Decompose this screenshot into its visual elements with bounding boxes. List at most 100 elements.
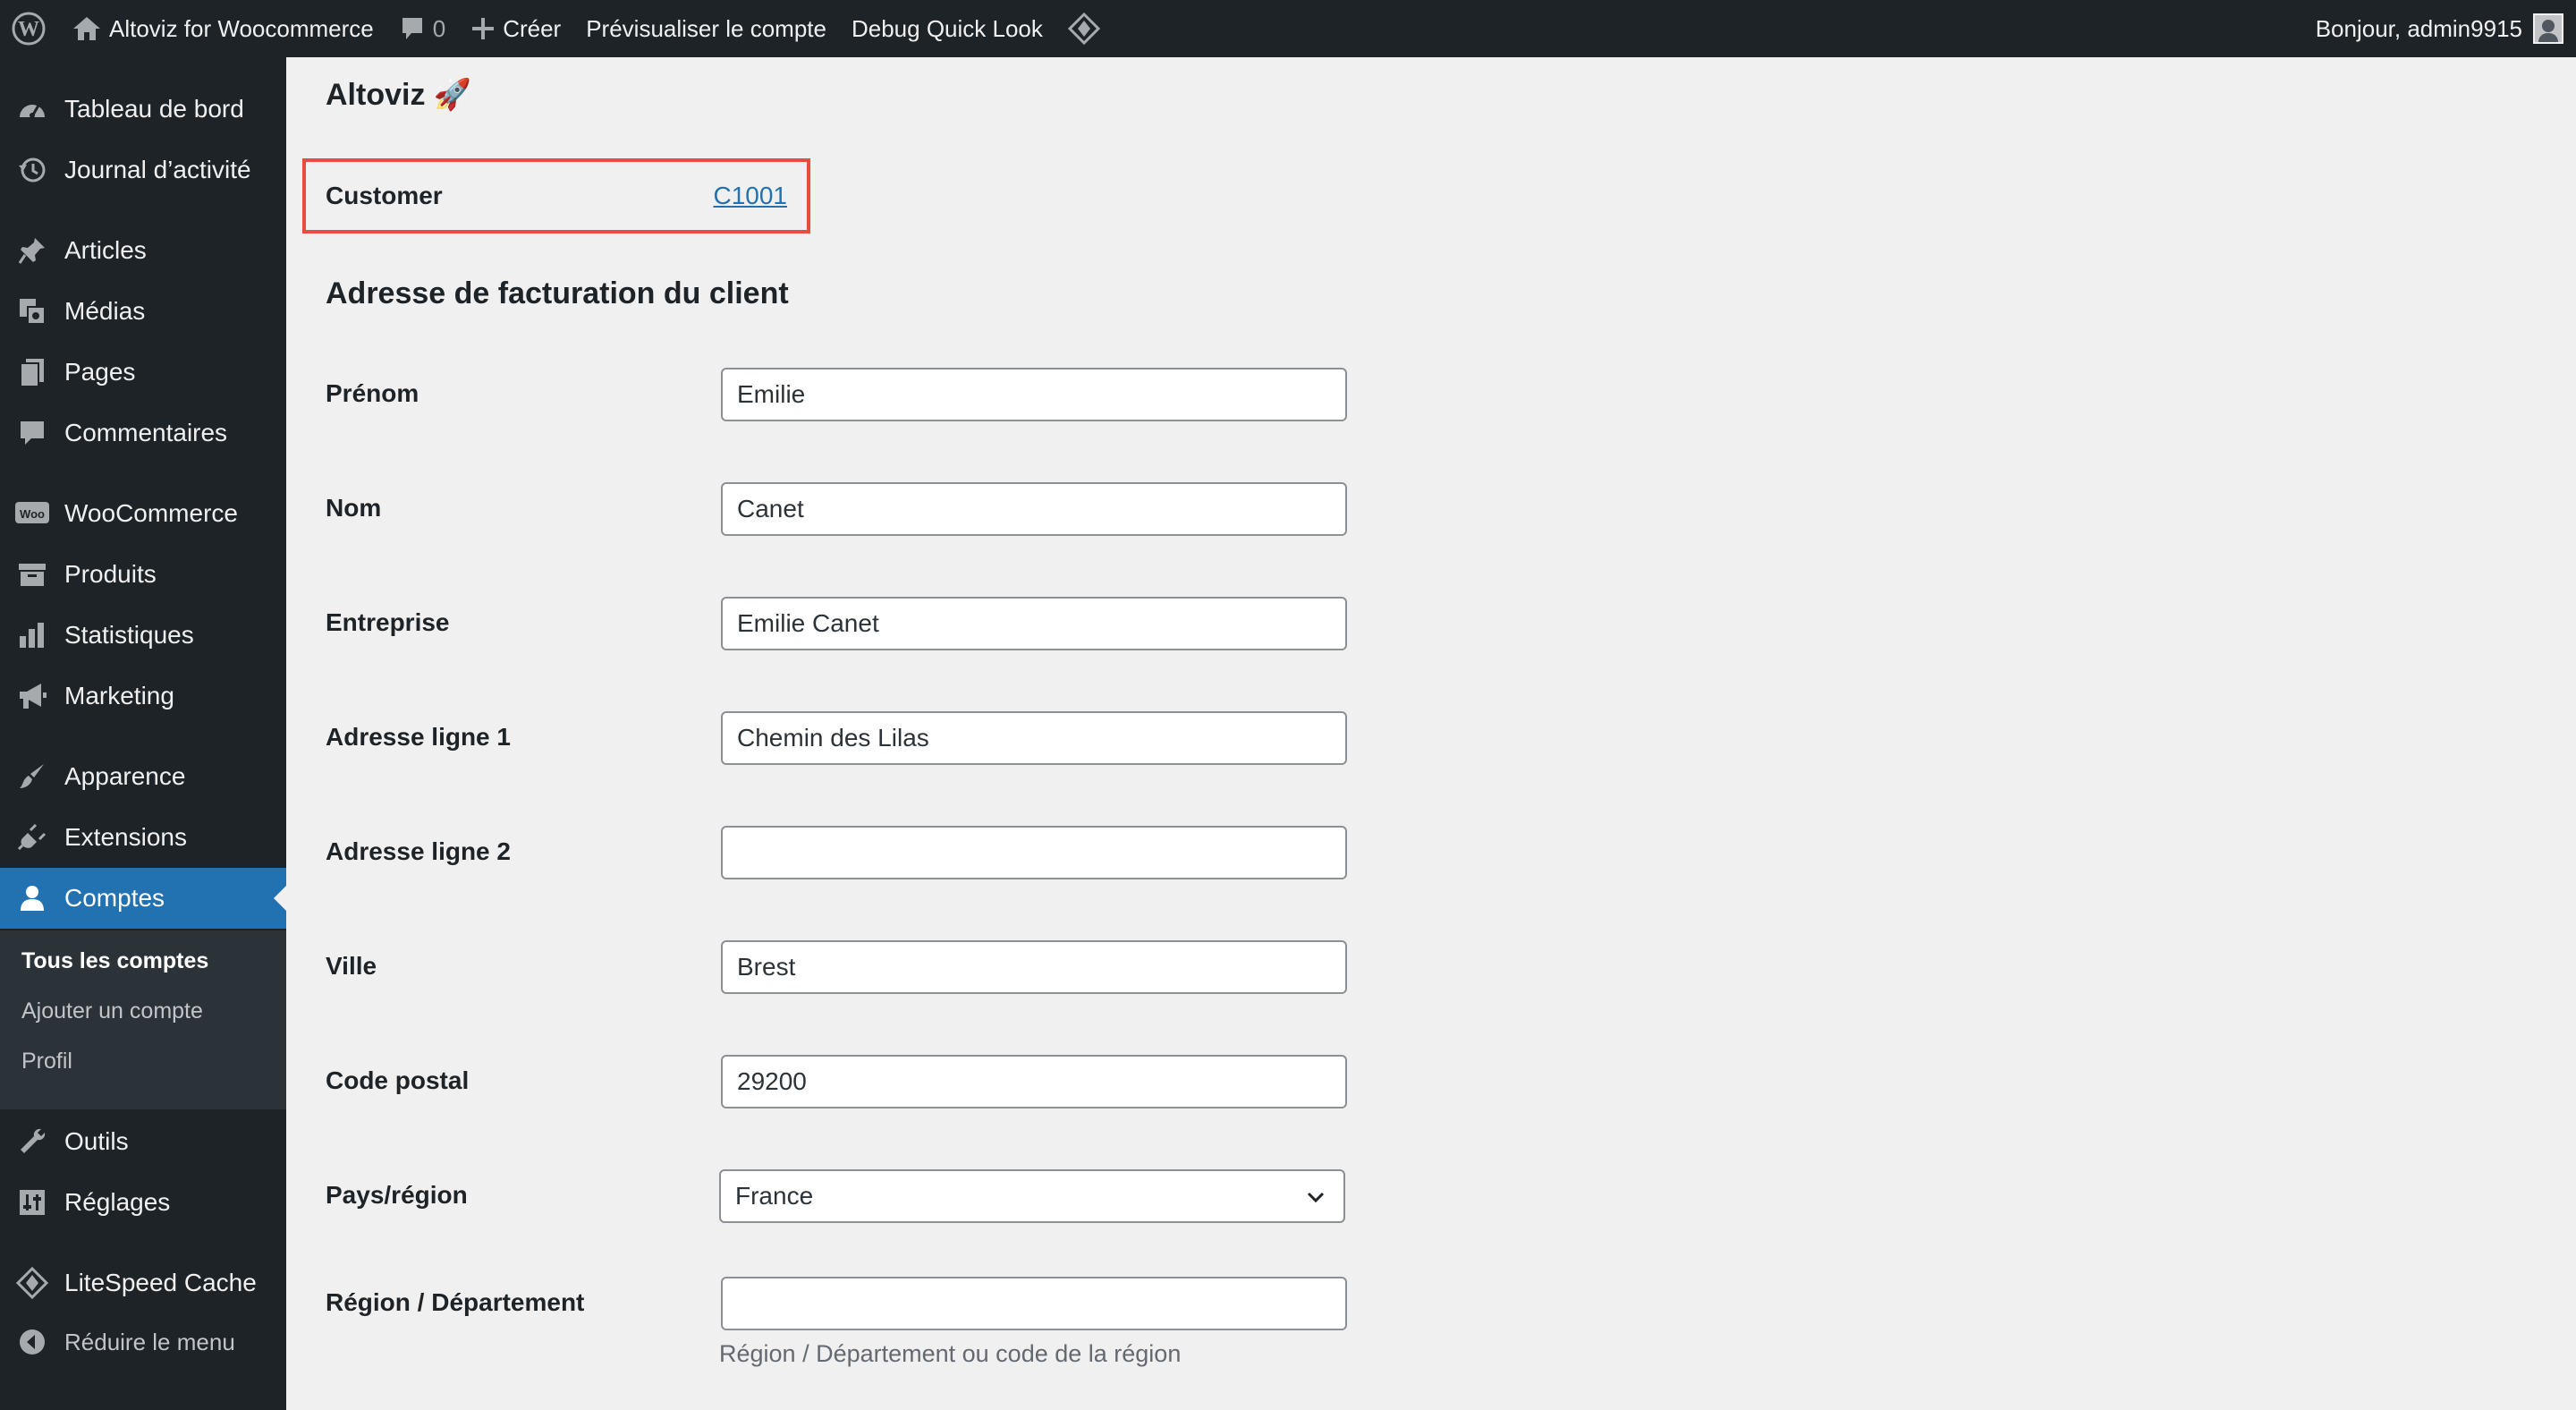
pages-icon bbox=[0, 357, 64, 387]
collapse-menu-button[interactable]: Réduire le menu bbox=[0, 1312, 286, 1372]
sidebar-item-label: Produits bbox=[64, 560, 157, 588]
sidebar-item-label: LiteSpeed Cache bbox=[64, 1269, 257, 1296]
address-line-2-field[interactable] bbox=[721, 826, 1347, 879]
litespeed-adminbar-icon[interactable] bbox=[1055, 0, 1113, 57]
wordpress-logo-icon[interactable]: W bbox=[0, 0, 59, 57]
first-name-field[interactable]: Emilie bbox=[721, 368, 1347, 421]
comment-icon bbox=[399, 15, 426, 42]
user-icon bbox=[0, 883, 64, 913]
history-icon bbox=[0, 155, 64, 185]
sidebar-item-reglages[interactable]: Réglages bbox=[0, 1172, 286, 1233]
sidebar-item-label: Outils bbox=[64, 1127, 129, 1155]
avatar bbox=[2533, 13, 2563, 44]
customer-id-link[interactable]: C1001 bbox=[713, 182, 787, 210]
sidebar-item-pages[interactable]: Pages bbox=[0, 342, 286, 403]
new-label: Créer bbox=[503, 14, 562, 42]
sidebar-item-label: Commentaires bbox=[64, 419, 228, 446]
collapse-icon bbox=[0, 1327, 64, 1357]
last-name-field[interactable]: Canet bbox=[721, 482, 1347, 536]
address-line-1-field[interactable]: Chemin des Lilas bbox=[721, 711, 1347, 765]
billing-section-title: Adresse de facturation du client bbox=[326, 276, 789, 310]
country-label: Pays/région bbox=[326, 1181, 468, 1209]
comment-icon bbox=[0, 418, 64, 448]
new-content-link[interactable]: Créer bbox=[458, 0, 573, 57]
media-icon bbox=[0, 296, 64, 327]
page-title: Altoviz 🚀 bbox=[326, 78, 472, 112]
my-account-menu[interactable]: Bonjour, admin9915 bbox=[2316, 0, 2563, 57]
customer-highlight-box: Customer C1001 bbox=[302, 158, 810, 234]
woo-icon: Woo bbox=[0, 498, 64, 529]
admin-sidebar: Tableau de bord Journal d’activité Artic… bbox=[0, 57, 286, 1410]
postcode-field[interactable]: 29200 bbox=[721, 1055, 1347, 1108]
svg-text:W: W bbox=[18, 18, 39, 41]
dashboard-icon bbox=[0, 94, 64, 124]
company-field[interactable]: Emilie Canet bbox=[721, 597, 1347, 650]
sidebar-item-produits[interactable]: Produits bbox=[0, 544, 286, 605]
bar-chart-icon bbox=[0, 620, 64, 650]
city-label: Ville bbox=[326, 952, 377, 980]
region-label: Région / Département bbox=[326, 1288, 585, 1316]
sidebar-item-label: Marketing bbox=[64, 682, 174, 709]
sidebar-item-label: Médias bbox=[64, 297, 146, 325]
company-label: Entreprise bbox=[326, 608, 450, 636]
postcode-label: Code postal bbox=[326, 1066, 470, 1094]
sidebar-item-apparence[interactable]: Apparence bbox=[0, 746, 286, 807]
sidebar-item-label: Statistiques bbox=[64, 621, 194, 649]
customer-label: Customer bbox=[326, 182, 443, 209]
submenu-item-all-accounts[interactable]: Tous les comptes bbox=[21, 948, 208, 974]
collapse-menu-label: Réduire le menu bbox=[64, 1328, 235, 1355]
sidebar-item-outils[interactable]: Outils bbox=[0, 1111, 286, 1172]
sidebar-item-litespeed-cache[interactable]: LiteSpeed Cache bbox=[0, 1253, 286, 1313]
greeting: Bonjour, admin9915 bbox=[2315, 14, 2522, 42]
archive-icon bbox=[0, 559, 64, 590]
sidebar-item-woocommerce[interactable]: Woo WooCommerce bbox=[0, 483, 286, 544]
chevron-down-icon bbox=[1304, 1185, 1327, 1215]
sidebar-item-label: Réglages bbox=[64, 1188, 171, 1216]
debug-label: Debug Quick Look bbox=[851, 14, 1043, 42]
sidebar-item-label: Apparence bbox=[64, 762, 186, 790]
sidebar-item-label: Extensions bbox=[64, 823, 187, 851]
sidebar-item-label: Articles bbox=[64, 236, 147, 264]
wrench-icon bbox=[0, 1126, 64, 1157]
sidebar-item-comptes[interactable]: Comptes bbox=[0, 868, 286, 929]
sidebar-item-comments[interactable]: Commentaires bbox=[0, 403, 286, 463]
sidebar-item-extensions[interactable]: Extensions bbox=[0, 807, 286, 868]
svg-text:Woo: Woo bbox=[20, 507, 45, 521]
address-line-2-label: Adresse ligne 2 bbox=[326, 837, 511, 865]
site-name: Altoviz for Woocommerce bbox=[109, 14, 374, 42]
preview-account-link[interactable]: Prévisualiser le compte bbox=[573, 0, 839, 57]
last-name-label: Nom bbox=[326, 494, 382, 522]
comments-link[interactable]: 0 bbox=[386, 0, 458, 57]
plus-icon bbox=[470, 16, 496, 41]
sidebar-item-marketing[interactable]: Marketing bbox=[0, 666, 286, 726]
settings-icon bbox=[0, 1187, 64, 1218]
litespeed-icon bbox=[0, 1267, 64, 1299]
sidebar-item-medias[interactable]: Médias bbox=[0, 281, 286, 342]
country-selected-value: France bbox=[735, 1182, 814, 1210]
brush-icon bbox=[0, 761, 64, 792]
sidebar-item-label: Journal d’activité bbox=[64, 156, 251, 183]
sidebar-item-label: Tableau de bord bbox=[64, 95, 244, 123]
admin-bar: W Altoviz for Woocommerce 0 Créer Prévis… bbox=[0, 0, 2576, 57]
address-line-1-label: Adresse ligne 1 bbox=[326, 723, 511, 751]
submenu-item-profile[interactable]: Profil bbox=[21, 1049, 72, 1074]
comment-count: 0 bbox=[432, 14, 446, 42]
megaphone-icon bbox=[0, 681, 64, 711]
country-select[interactable]: France bbox=[719, 1169, 1345, 1223]
comptes-submenu: Tous les comptes Ajouter un compte Profi… bbox=[0, 930, 286, 1109]
region-field[interactable] bbox=[721, 1277, 1347, 1330]
sidebar-item-label: WooCommerce bbox=[64, 499, 238, 527]
sidebar-item-label: Pages bbox=[64, 358, 136, 386]
sidebar-item-statistiques[interactable]: Statistiques bbox=[0, 605, 286, 666]
submenu-item-add-account[interactable]: Ajouter un compte bbox=[21, 998, 203, 1024]
site-name-link[interactable]: Altoviz for Woocommerce bbox=[59, 0, 386, 57]
region-help-text: Région / Département ou code de la régio… bbox=[719, 1340, 1182, 1367]
sidebar-item-label: Comptes bbox=[64, 884, 165, 912]
sidebar-item-activity-log[interactable]: Journal d’activité bbox=[0, 140, 286, 200]
sidebar-item-dashboard[interactable]: Tableau de bord bbox=[0, 79, 286, 140]
sidebar-item-articles[interactable]: Articles bbox=[0, 220, 286, 281]
plugin-icon bbox=[0, 822, 64, 853]
debug-quick-look-link[interactable]: Debug Quick Look bbox=[839, 0, 1055, 57]
city-field[interactable]: Brest bbox=[721, 940, 1347, 994]
preview-label: Prévisualiser le compte bbox=[586, 14, 826, 42]
